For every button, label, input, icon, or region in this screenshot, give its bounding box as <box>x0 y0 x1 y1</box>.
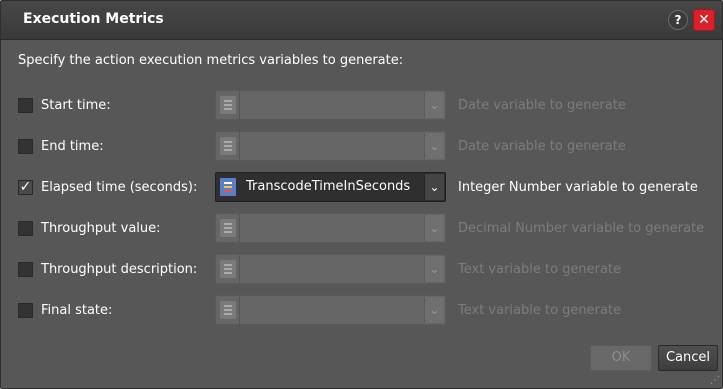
combo-separator <box>239 296 240 324</box>
final-state-label: Final state: <box>41 303 113 318</box>
instruction-text: Specify the action execution metrics var… <box>18 53 404 68</box>
throughput-value-label: Throughput value: <box>41 221 161 236</box>
variable-list-icon <box>220 96 236 114</box>
metric-row-end-time: End time: ⌄ Date variable to generate <box>1 131 722 165</box>
elapsed-time-checkbox[interactable]: ✓ <box>18 180 33 195</box>
close-icon[interactable]: ✕ <box>693 9 715 31</box>
combo-separator <box>239 91 240 119</box>
final-state-combo: ⌄ <box>215 295 446 325</box>
combo-separator <box>239 132 240 160</box>
final-state-hint: Text variable to generate <box>458 303 622 318</box>
throughput-value-hint: Decimal Number variable to generate <box>458 221 705 236</box>
elapsed-time-label: Elapsed time (seconds): <box>41 180 198 195</box>
variable-list-icon <box>220 137 236 155</box>
metric-row-start-time: Start time: ⌄ Date variable to generate <box>1 90 722 124</box>
throughput-description-label: Throughput description: <box>41 262 198 277</box>
variable-list-icon <box>220 219 236 237</box>
elapsed-time-value: TranscodeTimeInSeconds <box>246 179 411 194</box>
start-time-hint: Date variable to generate <box>458 98 626 113</box>
chevron-down-icon: ⌄ <box>424 256 444 282</box>
start-time-label: Start time: <box>41 98 111 113</box>
chevron-down-icon[interactable]: ⌄ <box>424 174 444 200</box>
execution-metrics-dialog: Execution Metrics ? ✕ Specify the action… <box>0 0 723 389</box>
metric-row-final-state: Final state: ⌄ Text variable to generate <box>1 295 722 329</box>
throughput-description-combo: ⌄ <box>215 254 446 284</box>
throughput-description-hint: Text variable to generate <box>458 262 622 277</box>
throughput-description-checkbox[interactable] <box>18 262 33 277</box>
combo-separator <box>239 214 240 242</box>
dialog-title: Execution Metrics <box>23 11 164 27</box>
chevron-down-icon: ⌄ <box>424 215 444 241</box>
throughput-value-checkbox[interactable] <box>18 221 33 236</box>
combo-separator <box>239 173 240 201</box>
ok-button[interactable]: OK <box>590 345 652 371</box>
cancel-button[interactable]: Cancel <box>658 345 718 371</box>
help-icon[interactable]: ? <box>668 10 688 30</box>
combo-separator <box>239 255 240 283</box>
metric-row-elapsed-time: ✓ Elapsed time (seconds): TranscodeTimeI… <box>1 172 722 206</box>
final-state-checkbox[interactable] <box>18 303 33 318</box>
end-time-label: End time: <box>41 139 104 154</box>
start-time-combo: ⌄ <box>215 90 446 120</box>
elapsed-time-hint: Integer Number variable to generate <box>458 180 698 195</box>
variable-list-icon <box>220 178 236 196</box>
chevron-down-icon: ⌄ <box>424 133 444 159</box>
title-bar[interactable]: Execution Metrics ? ✕ <box>1 1 722 40</box>
metric-row-throughput-value: Throughput value: ⌄ Decimal Number varia… <box>1 213 722 247</box>
variable-list-icon <box>220 260 236 278</box>
metric-row-throughput-description: Throughput description: ⌄ Text variable … <box>1 254 722 288</box>
throughput-value-combo: ⌄ <box>215 213 446 243</box>
resize-grip-icon[interactable]: ⋰ <box>710 376 720 386</box>
end-time-checkbox[interactable] <box>18 139 33 154</box>
end-time-hint: Date variable to generate <box>458 139 626 154</box>
chevron-down-icon: ⌄ <box>424 297 444 323</box>
elapsed-time-combo[interactable]: TranscodeTimeInSeconds ⌄ <box>215 172 446 202</box>
variable-list-icon <box>220 301 236 319</box>
start-time-checkbox[interactable] <box>18 98 33 113</box>
end-time-combo: ⌄ <box>215 131 446 161</box>
chevron-down-icon: ⌄ <box>424 92 444 118</box>
